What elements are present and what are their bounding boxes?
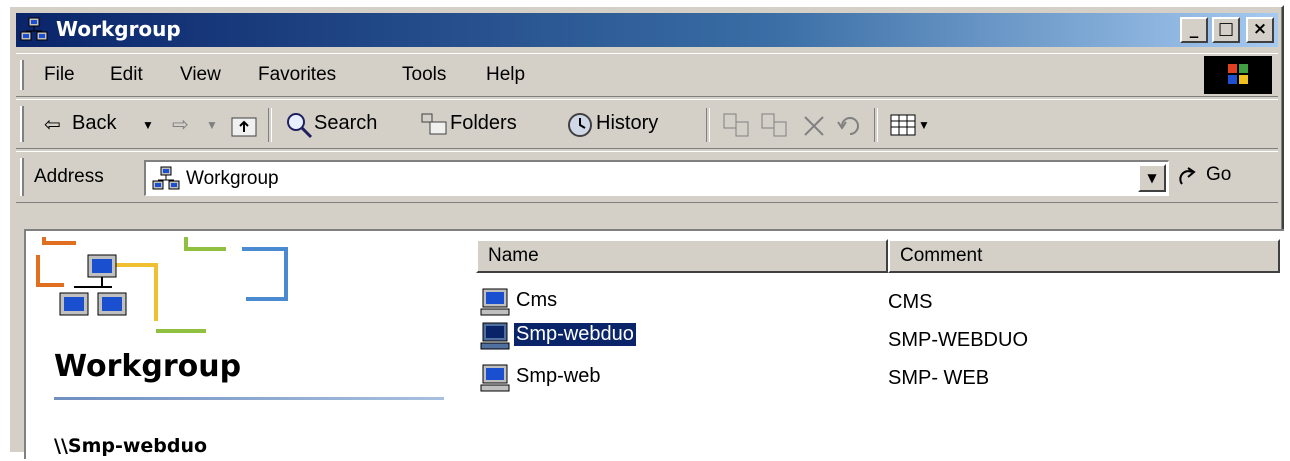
- web-view-pane: Workgroup \\Smp-webduo: [26, 231, 456, 461]
- address-bar: Address Workgroup ▼ Go: [16, 151, 1278, 203]
- forward-button[interactable]: ⇨: [172, 112, 189, 137]
- close-button[interactable]: ×: [1246, 17, 1274, 43]
- pane-divider: [54, 397, 444, 400]
- computer-comment: SMP- WEB: [888, 367, 990, 389]
- window-title: Workgroup: [56, 17, 181, 41]
- address-dropdown-icon[interactable]: ▼: [1138, 164, 1166, 192]
- selected-computer-path: \\Smp-webduo: [54, 435, 208, 457]
- computer-icon: [480, 364, 510, 392]
- address-label: Address: [34, 166, 104, 187]
- standard-toolbar: ⇦ Back ▼ ⇨ ▼ Search Folders History ▼: [16, 99, 1278, 149]
- move-to-icon[interactable]: [722, 112, 752, 138]
- computer-name[interactable]: Smp-webduo: [514, 323, 636, 346]
- search-icon[interactable]: [284, 110, 314, 140]
- network-computers-icon: [152, 166, 180, 190]
- menu-favorites[interactable]: Favorites: [258, 64, 336, 86]
- menu-bar-grip[interactable]: [20, 60, 24, 90]
- computer-icon: [480, 288, 510, 316]
- go-button[interactable]: Go: [1206, 164, 1231, 186]
- toolbar-grip[interactable]: [20, 106, 24, 142]
- computer-icon: [480, 322, 510, 350]
- list-item[interactable]: Smp-webduo SMP-WEBDUO: [476, 321, 1276, 353]
- back-dropdown-icon[interactable]: ▼: [142, 118, 154, 132]
- up-folder-icon[interactable]: [230, 112, 258, 138]
- address-value: Workgroup: [186, 168, 279, 189]
- menu-view[interactable]: View: [180, 64, 221, 86]
- explorer-window: Workgroup _ □ × File Edit View Favorites…: [8, 5, 1284, 459]
- back-icon[interactable]: ⇦: [44, 112, 61, 137]
- views-dropdown-icon[interactable]: ▼: [918, 118, 930, 132]
- column-header-comment[interactable]: Comment: [888, 239, 1280, 273]
- back-button[interactable]: Back: [72, 112, 116, 135]
- go-arrow-icon[interactable]: [1176, 164, 1202, 190]
- list-header: Name Comment: [476, 239, 1284, 273]
- column-header-name[interactable]: Name: [476, 239, 888, 273]
- computer-name[interactable]: Cms: [514, 289, 559, 312]
- menu-edit[interactable]: Edit: [110, 64, 143, 86]
- content-area: Workgroup \\Smp-webduo Name Comment Cms …: [24, 229, 1284, 459]
- menu-tools[interactable]: Tools: [402, 64, 446, 86]
- computer-comment: SMP-WEBDUO: [888, 329, 1028, 351]
- computer-comment: CMS: [888, 291, 933, 313]
- maximize-button[interactable]: □: [1212, 17, 1240, 43]
- folders-button[interactable]: Folders: [450, 112, 517, 135]
- windows-logo-icon: [1204, 56, 1272, 94]
- toolbar-separator: [874, 108, 878, 142]
- network-computers-icon: [20, 17, 48, 41]
- toolbar-separator: [706, 108, 710, 142]
- toolbar-separator: [268, 108, 272, 142]
- views-icon[interactable]: [890, 114, 916, 136]
- menu-file[interactable]: File: [44, 64, 75, 86]
- list-item[interactable]: Smp-web SMP- WEB: [476, 363, 1276, 395]
- title-bar[interactable]: Workgroup _ □ ×: [16, 13, 1278, 47]
- list-item[interactable]: Cms CMS: [476, 287, 1276, 319]
- pane-title: Workgroup: [54, 349, 242, 384]
- history-button[interactable]: History: [596, 112, 658, 135]
- address-bar-grip[interactable]: [20, 158, 24, 196]
- menu-bar: File Edit View Favorites Tools Help: [16, 53, 1278, 97]
- forward-dropdown-icon[interactable]: ▼: [206, 118, 218, 132]
- workgroup-banner-icon: [36, 237, 288, 333]
- address-input[interactable]: Workgroup ▼: [144, 160, 1169, 196]
- computer-name[interactable]: Smp-web: [514, 365, 602, 388]
- undo-icon[interactable]: [836, 114, 864, 138]
- folders-icon[interactable]: [420, 112, 448, 138]
- menu-help[interactable]: Help: [486, 64, 525, 86]
- minimize-button[interactable]: _: [1180, 17, 1208, 43]
- copy-to-icon[interactable]: [760, 112, 790, 138]
- history-icon[interactable]: [564, 110, 596, 140]
- windows-flag-icon: [1228, 64, 1248, 84]
- delete-icon[interactable]: [802, 114, 826, 138]
- search-button[interactable]: Search: [314, 112, 377, 135]
